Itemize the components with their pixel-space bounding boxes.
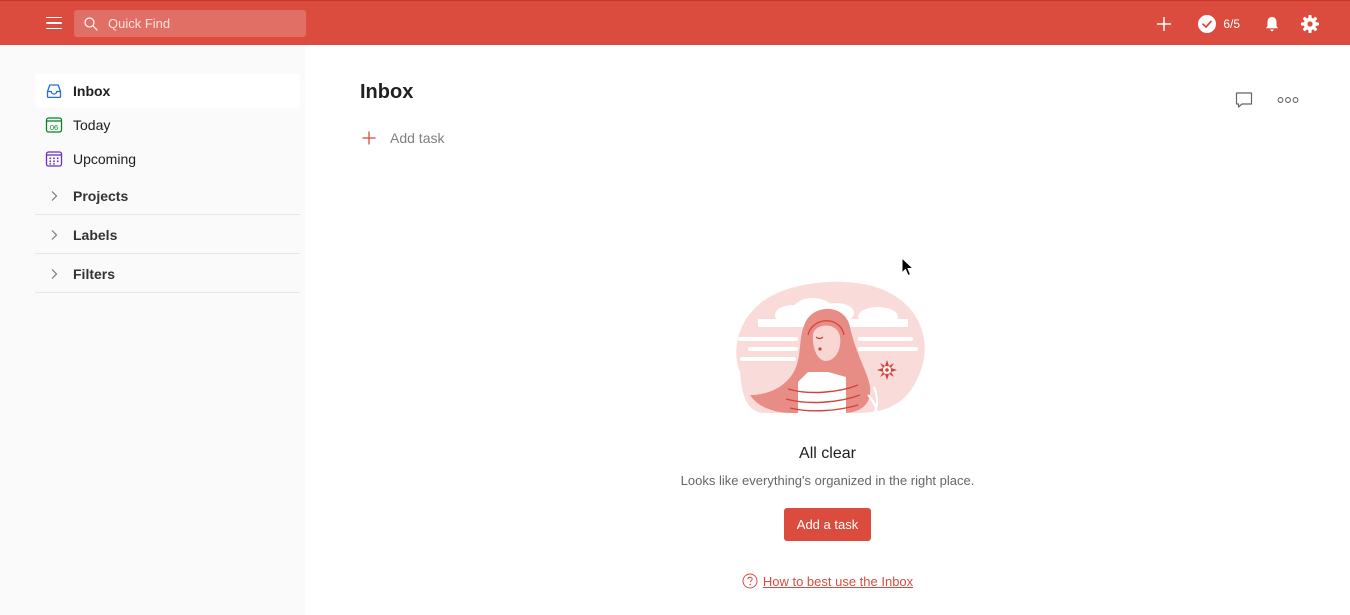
inbox-icon bbox=[45, 82, 63, 100]
chevron-right-icon[interactable] bbox=[45, 187, 63, 205]
sidebar-item-upcoming[interactable]: Upcoming bbox=[35, 142, 300, 176]
page-title: Inbox bbox=[360, 81, 414, 103]
sidebar-item-inbox[interactable]: Inbox bbox=[35, 74, 300, 108]
sidebar-item-label: Inbox bbox=[73, 83, 111, 99]
chevron-right-icon[interactable] bbox=[45, 265, 63, 283]
help-row: How to best use the Inbox bbox=[305, 573, 1350, 589]
comment-icon[interactable] bbox=[1232, 88, 1256, 112]
help-circle-icon bbox=[742, 573, 758, 589]
sidebar-item-label: Upcoming bbox=[73, 151, 137, 167]
check-circle-icon bbox=[1198, 14, 1217, 33]
add-task-button[interactable]: Add task bbox=[360, 129, 444, 147]
gear-icon[interactable] bbox=[1298, 12, 1322, 36]
empty-state-illustration bbox=[735, 281, 925, 414]
mouse-cursor-icon bbox=[901, 257, 915, 277]
add-a-task-button[interactable]: Add a task bbox=[783, 508, 872, 541]
section-label: Filters bbox=[73, 265, 116, 282]
help-link[interactable]: How to best use the Inbox bbox=[763, 574, 913, 589]
top-bar: 6/5 bbox=[0, 0, 1350, 45]
section-labels[interactable]: Labels bbox=[35, 216, 300, 254]
search-input[interactable] bbox=[108, 16, 298, 31]
section-label: Projects bbox=[73, 187, 129, 204]
chevron-right-icon[interactable] bbox=[45, 226, 63, 244]
bell-icon[interactable] bbox=[1260, 12, 1284, 36]
plus-icon bbox=[360, 129, 378, 147]
add-icon[interactable] bbox=[1152, 12, 1176, 36]
sidebar-item-label: Today bbox=[73, 117, 111, 133]
quick-find-search[interactable] bbox=[74, 10, 306, 37]
main-content: Inbox Add task All clear Looks like ever… bbox=[305, 45, 1350, 615]
empty-state-title: All clear bbox=[799, 445, 856, 462]
empty-state-subtitle: Looks like everything's organized in the… bbox=[680, 473, 975, 488]
calendar-icon bbox=[45, 150, 63, 168]
sidebar-item-today[interactable]: 06 Today bbox=[35, 108, 300, 142]
karma-count: 6/5 bbox=[1223, 16, 1240, 31]
section-filters[interactable]: Filters bbox=[35, 255, 300, 293]
menu-icon[interactable] bbox=[42, 11, 66, 35]
search-icon bbox=[84, 16, 98, 31]
today-icon: 06 bbox=[45, 116, 63, 134]
add-task-label: Add task bbox=[390, 130, 445, 146]
section-projects[interactable]: Projects bbox=[35, 177, 300, 215]
productivity-button[interactable]: 6/5 bbox=[1198, 14, 1240, 33]
section-label: Labels bbox=[73, 226, 118, 243]
sidebar: Inbox 06 Today Upcoming Projects Labels … bbox=[0, 45, 305, 615]
empty-state: All clear Looks like everything's organi… bbox=[305, 277, 1350, 589]
more-options-icon[interactable] bbox=[1276, 88, 1300, 112]
svg-text:06: 06 bbox=[50, 123, 58, 132]
